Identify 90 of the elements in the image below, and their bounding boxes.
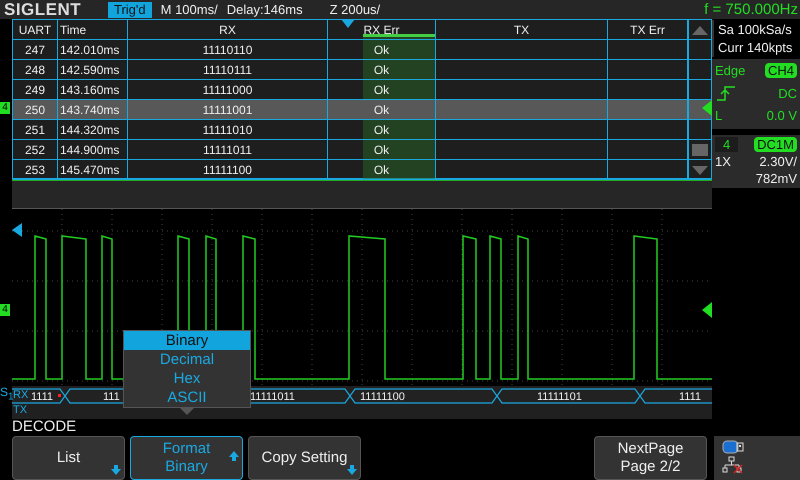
sample-rate-label: Sa 100kSa/s: [718, 22, 793, 37]
memory-depth-label: Curr 140kpts: [718, 40, 794, 55]
up-arrow-icon: [229, 451, 239, 461]
bus-value: 1111: [679, 391, 702, 403]
channel-panel[interactable]: 4 DC1M 1X 2.30V/ 782mV: [712, 135, 800, 188]
table-cell: 144.320ms: [60, 122, 120, 136]
table-row[interactable]: 248 142.590ms 11110111 Ok: [13, 60, 711, 80]
bus-label: S$_{1}$: [0, 385, 14, 402]
softkey-button[interactable]: List: [12, 436, 125, 480]
table-cell: 144.900ms: [60, 142, 120, 156]
table-cell: 11110111: [203, 62, 252, 76]
trigger-position-marker-icon: [12, 223, 22, 237]
channel-coupling-badge: DC1M: [754, 137, 797, 152]
menu-title: DECODE: [11, 417, 78, 436]
trigger-status: Trig'd: [108, 2, 152, 18]
table-cell: 250: [24, 102, 46, 116]
table-cell: 11110110: [202, 42, 252, 56]
table-cell: Ok: [374, 162, 390, 176]
table-cell: 249: [24, 82, 46, 96]
table-cell: Ok: [374, 62, 390, 76]
trigger-level-marker-icon: [702, 302, 712, 318]
probe-ratio: 1X: [715, 154, 731, 169]
level-label: L: [715, 108, 722, 123]
table-cell: 11111100: [203, 162, 252, 176]
table-cell: 248: [24, 62, 46, 76]
trigger-type: Edge: [715, 63, 746, 78]
table-cell: 142.010ms: [60, 42, 120, 56]
column-header: RX: [219, 22, 236, 36]
scroll-up-icon[interactable]: [689, 24, 711, 36]
bus-line-label: RX: [13, 389, 28, 401]
column-header: TX Err: [630, 22, 665, 36]
trigger-panel[interactable]: Edge CH4 DC L 0.0 V: [712, 59, 800, 129]
bus-value: 11111101: [537, 391, 582, 403]
scroll-thumb[interactable]: [692, 144, 708, 156]
channel-offset: 782mV: [756, 171, 797, 186]
table-cell: 145.470ms: [60, 162, 120, 176]
down-arrow-icon: [111, 465, 121, 475]
table-row[interactable]: 252 144.900ms 11111011 Ok: [13, 140, 711, 160]
table-cell: Ok: [374, 82, 390, 96]
table-row[interactable]: 251 144.320ms 11111010 Ok: [13, 120, 711, 140]
table-cell: 142.590ms: [60, 62, 120, 76]
menu-item[interactable]: Decimal: [124, 350, 250, 369]
table-cell: Ok: [374, 102, 390, 116]
table-cell: Ok: [374, 42, 390, 56]
column-header: RX Err: [364, 22, 400, 36]
bus-line-label: TX: [13, 404, 28, 416]
down-arrow-icon: [347, 465, 357, 475]
table-row[interactable]: 250 143.740ms 11111001 Ok: [13, 100, 711, 120]
menu-item[interactable]: Hex: [124, 369, 250, 388]
table-cell: Ok: [374, 142, 390, 156]
brand-logo: SIGLENT: [4, 0, 82, 20]
bus-value: 111: [103, 391, 120, 403]
column-header: Time: [60, 22, 86, 36]
table-cell: 253: [24, 162, 46, 176]
trigger-coupling: DC: [778, 86, 797, 100]
menu-item[interactable]: ASCII: [124, 388, 250, 407]
delay-label: Delay:146ms: [226, 2, 303, 17]
network-disconnected-icon: [722, 456, 744, 474]
scroll-down-icon[interactable]: [689, 164, 711, 176]
table-cell: 143.160ms: [60, 82, 120, 96]
table-cell: 251: [24, 122, 46, 136]
table-row[interactable]: 247 142.010ms 11110110 Ok: [13, 40, 711, 60]
softkey-button[interactable]: NextPage Page 2/2: [594, 436, 707, 480]
softkey-button[interactable]: Copy Setting: [248, 436, 361, 480]
rising-edge-icon: [715, 84, 737, 102]
timebase-label: M 100ms/: [160, 2, 218, 17]
zoom-timebase-label: Z 200us/: [330, 2, 380, 17]
column-header: TX: [514, 22, 530, 36]
trigger-level-value: 0.0 V: [766, 108, 797, 123]
menu-item[interactable]: Binary: [124, 331, 250, 350]
table-cell: 11111010: [202, 122, 252, 136]
channel-number: 4: [715, 137, 738, 152]
column-header: UART: [18, 22, 52, 36]
frequency-readout: f = 750.000Hz: [704, 1, 799, 18]
bus-value: 11111011: [250, 391, 295, 403]
softkey-button[interactable]: Format Binary: [130, 436, 243, 480]
vertical-scale: 2.30V/: [759, 154, 797, 169]
table-cell: 252: [24, 142, 46, 156]
table-cell: 11111000: [202, 82, 252, 96]
table-cell: 247: [24, 42, 46, 56]
table-cell: 11111001: [202, 102, 252, 116]
channel-marker: 4: [0, 102, 10, 114]
channel-marker: 4: [0, 304, 10, 316]
bus-value: 1111: [31, 391, 54, 403]
trigger-source-badge: CH4: [764, 63, 797, 78]
table-cell: 143.740ms: [60, 102, 120, 116]
table-cell: 11111011: [203, 142, 252, 156]
usb-drive-icon: [722, 440, 744, 454]
table-cell: Ok: [374, 122, 390, 136]
bus-value: 11111100: [360, 391, 405, 403]
